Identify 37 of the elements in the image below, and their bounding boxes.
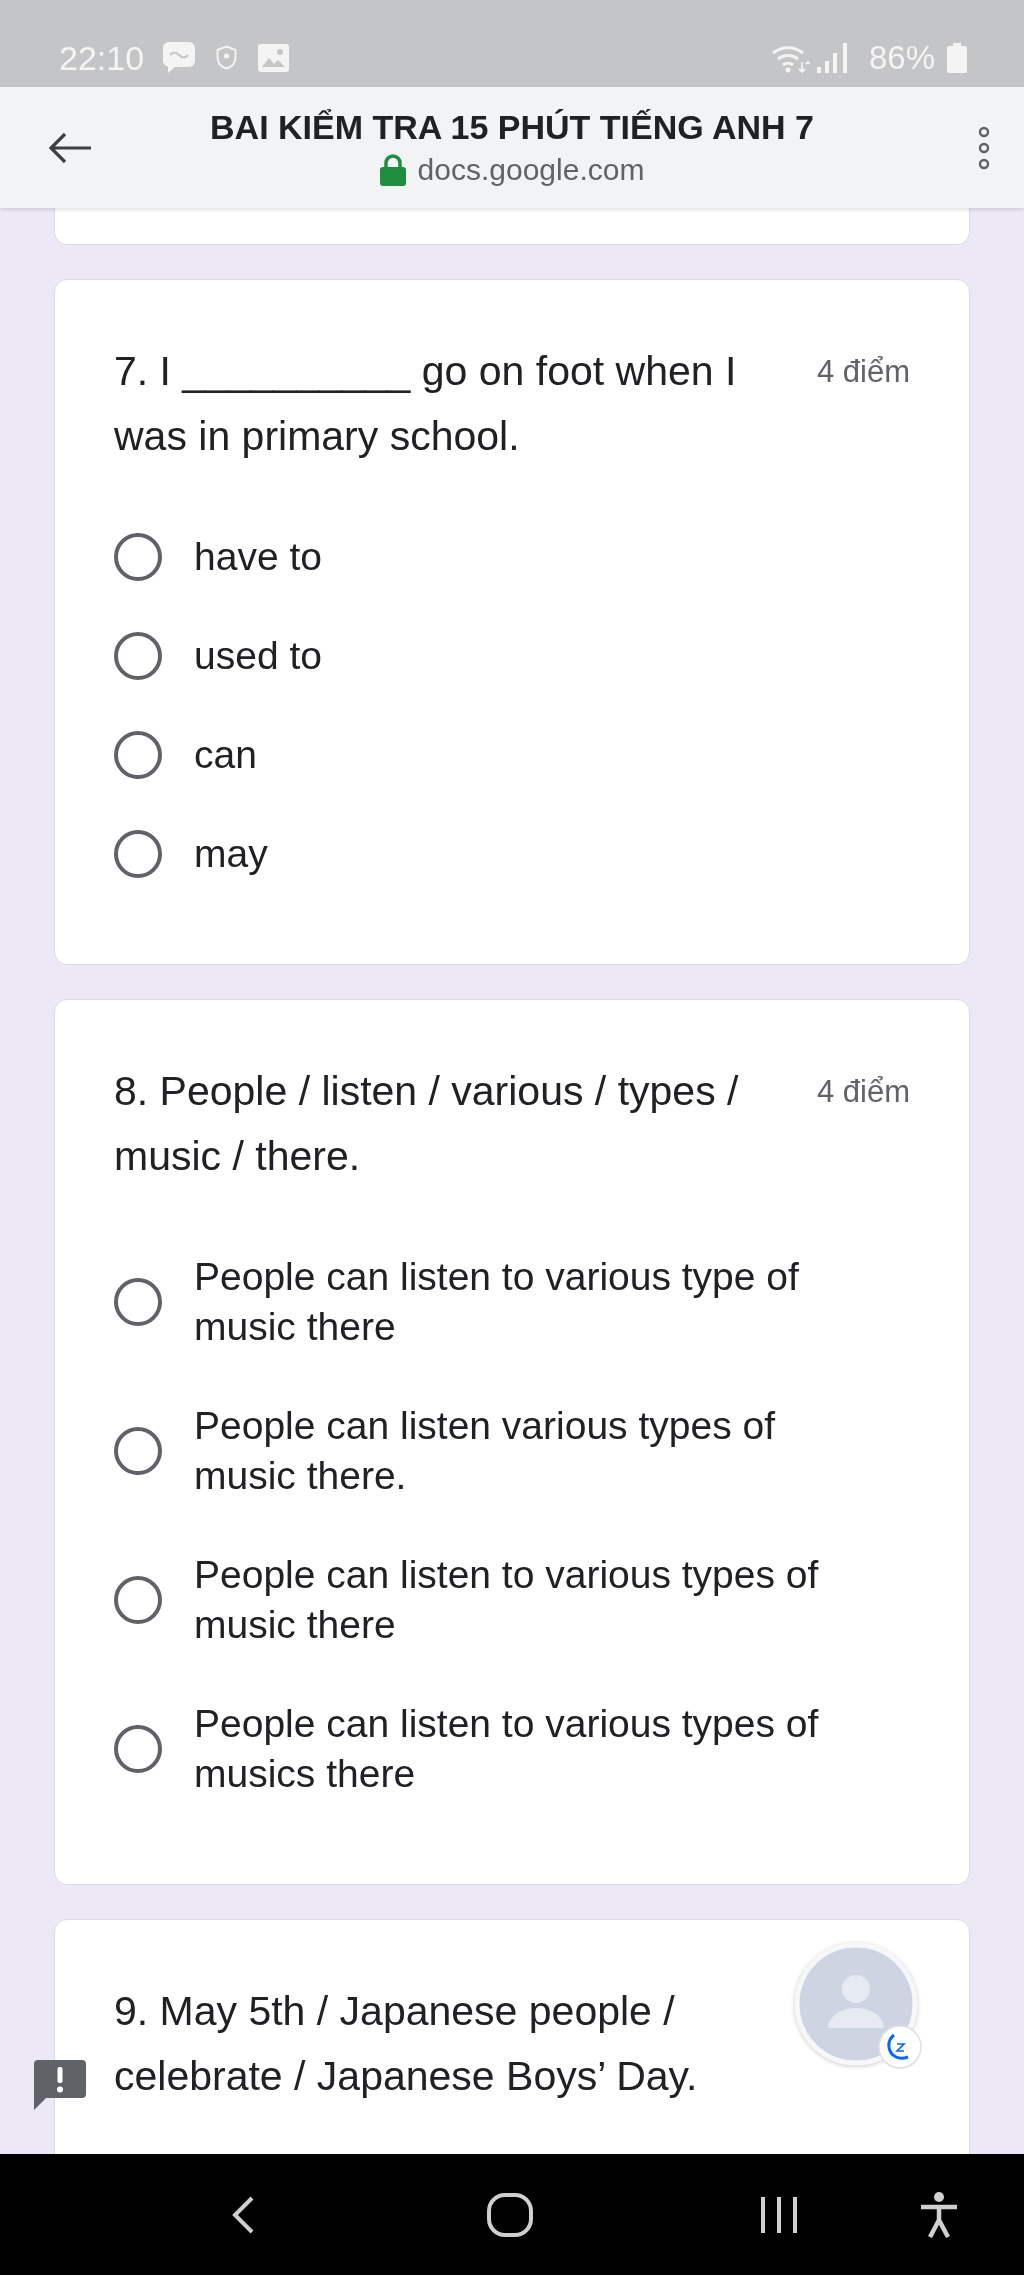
battery-icon <box>947 42 967 73</box>
option-label[interactable]: used to <box>194 631 322 681</box>
radio-button[interactable] <box>114 632 162 680</box>
lock-icon <box>379 153 406 186</box>
accessibility-icon[interactable] <box>919 2191 959 2238</box>
question-text: 9. May 5th / Japanese people / celebrate / Japanese Boys’ Day. <box>114 1987 699 2101</box>
chat-app-icon <box>162 41 197 74</box>
option-label[interactable]: People can listen to various types of musics there <box>194 1699 844 1799</box>
radio-button[interactable] <box>114 533 162 581</box>
home-icon[interactable] <box>487 2192 533 2237</box>
chat-badge-icon <box>878 2025 922 2069</box>
signal-icon <box>815 42 849 73</box>
image-icon <box>258 43 290 72</box>
question-text: 7. I __________ go on foot when I was in primary school. <box>114 347 738 461</box>
back-chevron-icon[interactable] <box>230 2194 256 2235</box>
points-label: 4 điểm <box>816 353 910 391</box>
option-label[interactable]: can <box>194 730 257 780</box>
radio-button[interactable] <box>114 1427 162 1475</box>
option-label[interactable]: People can listen to various type of music there <box>194 1252 844 1352</box>
exclamation-bubble-icon[interactable] <box>34 2060 86 2110</box>
question-text: 8. People / listen / various / types / music / there. <box>114 1067 740 1181</box>
more-menu-icon[interactable] <box>978 125 990 170</box>
points-label: 4 điểm <box>816 1073 910 1111</box>
radio-button[interactable] <box>114 731 162 779</box>
back-arrow-icon[interactable] <box>48 131 92 164</box>
page-url[interactable]: docs.google.com <box>417 148 645 191</box>
radio-button[interactable] <box>114 1278 162 1326</box>
recent-apps-icon[interactable] <box>759 2194 799 2235</box>
radio-button[interactable] <box>114 830 162 878</box>
shield-icon <box>216 45 238 70</box>
radio-button[interactable] <box>114 1576 162 1624</box>
option-label[interactable]: People can listen various types of music there. <box>194 1401 844 1501</box>
option-label[interactable]: People can listen to various types of music there <box>194 1550 844 1650</box>
option-label[interactable]: may <box>194 829 268 879</box>
page-title: BAI KIỂM TRA 15 PHÚT TIẾNG ANH 7 <box>210 106 814 148</box>
option-label[interactable]: have to <box>194 532 322 582</box>
radio-button[interactable] <box>114 1725 162 1773</box>
